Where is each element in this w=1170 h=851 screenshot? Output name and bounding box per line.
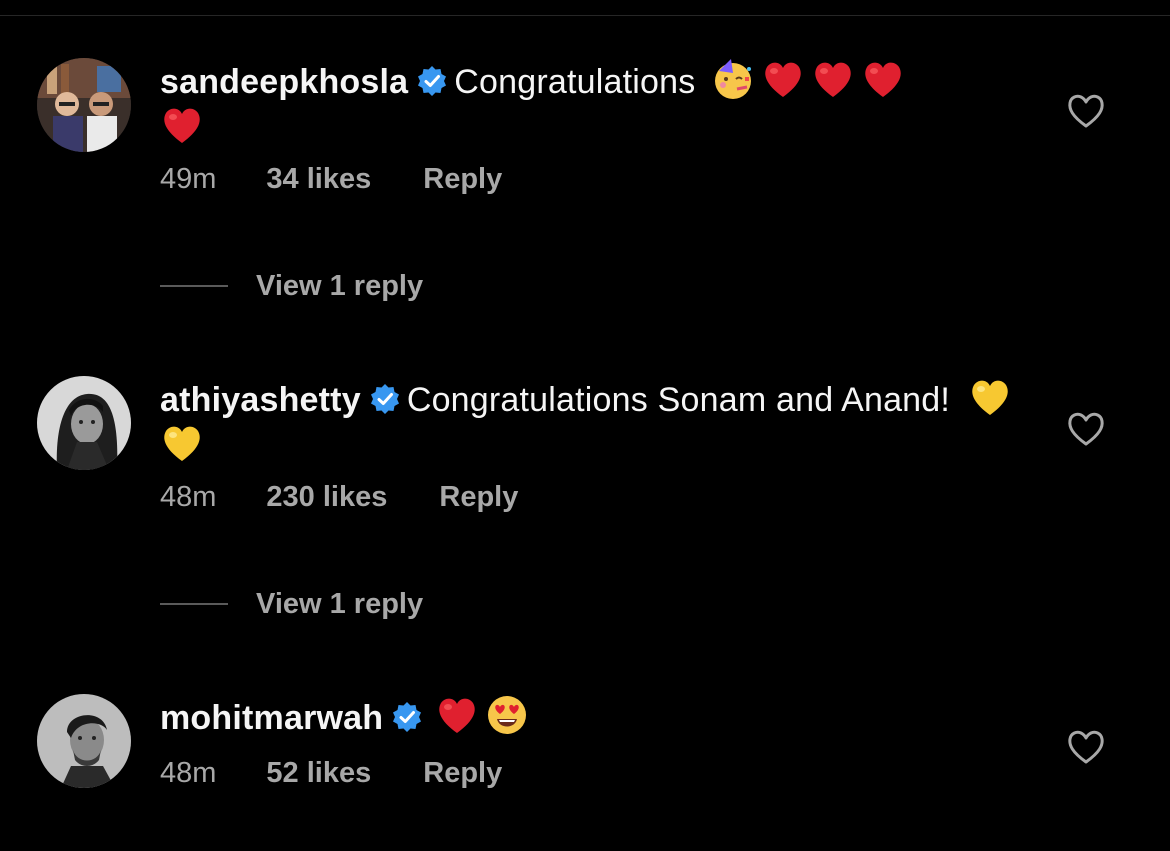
reply-button[interactable]: Reply — [423, 757, 502, 790]
comment-text: athiyashetty Congratulations Sonam and An… — [160, 375, 1020, 467]
yellow-heart-icon — [971, 380, 1008, 415]
partying-face-icon — [715, 59, 752, 99]
reply-button[interactable]: Reply — [423, 163, 502, 196]
verified-badge-icon — [418, 66, 447, 96]
red-heart-icon — [439, 698, 475, 733]
yellow-heart-icon — [164, 426, 200, 461]
timestamp: 49m — [160, 163, 217, 195]
red-heart-icon — [815, 62, 851, 97]
reply-button[interactable]: Reply — [439, 481, 518, 514]
verified-badge-icon — [393, 702, 422, 732]
timestamp: 48m — [160, 757, 217, 789]
view-replies-line — [160, 285, 228, 287]
comment-meta: 48m 230 likes Reply — [160, 481, 518, 514]
heart-eyes-face-icon — [488, 696, 527, 734]
comment-body: Congratulations Sonam and Anand! — [406, 381, 951, 419]
view-replies-label[interactable]: View 1 reply — [256, 584, 423, 624]
comment-body: Congratulations — [454, 63, 696, 101]
top-divider — [0, 15, 1170, 16]
comment-text: mohitmarwah — [160, 693, 1020, 739]
view-replies-line — [160, 603, 228, 605]
likes-count[interactable]: 52 likes — [266, 757, 371, 790]
red-heart-icon — [765, 62, 801, 97]
comment-text: sandeepkhosla Congratulations — [160, 57, 1020, 149]
comment-meta: 48m 52 likes Reply — [160, 757, 502, 790]
like-heart-icon[interactable] — [1066, 93, 1106, 129]
like-heart-icon[interactable] — [1066, 729, 1106, 765]
avatar[interactable] — [37, 376, 131, 470]
view-replies-label[interactable]: View 1 reply — [256, 266, 423, 306]
username[interactable]: athiyashetty — [160, 381, 361, 419]
likes-count[interactable]: 34 likes — [266, 163, 371, 196]
username[interactable]: sandeepkhosla — [160, 63, 408, 101]
comment-meta: 49m 34 likes Reply — [160, 163, 502, 196]
avatar[interactable] — [37, 58, 131, 152]
avatar[interactable] — [37, 694, 131, 788]
likes-count[interactable]: 230 likes — [266, 481, 387, 514]
verified-badge-icon — [370, 384, 399, 414]
like-heart-icon[interactable] — [1066, 411, 1106, 447]
timestamp: 48m — [160, 481, 217, 513]
red-heart-icon — [865, 62, 901, 97]
username[interactable]: mohitmarwah — [160, 699, 383, 737]
red-heart-icon — [164, 108, 200, 143]
